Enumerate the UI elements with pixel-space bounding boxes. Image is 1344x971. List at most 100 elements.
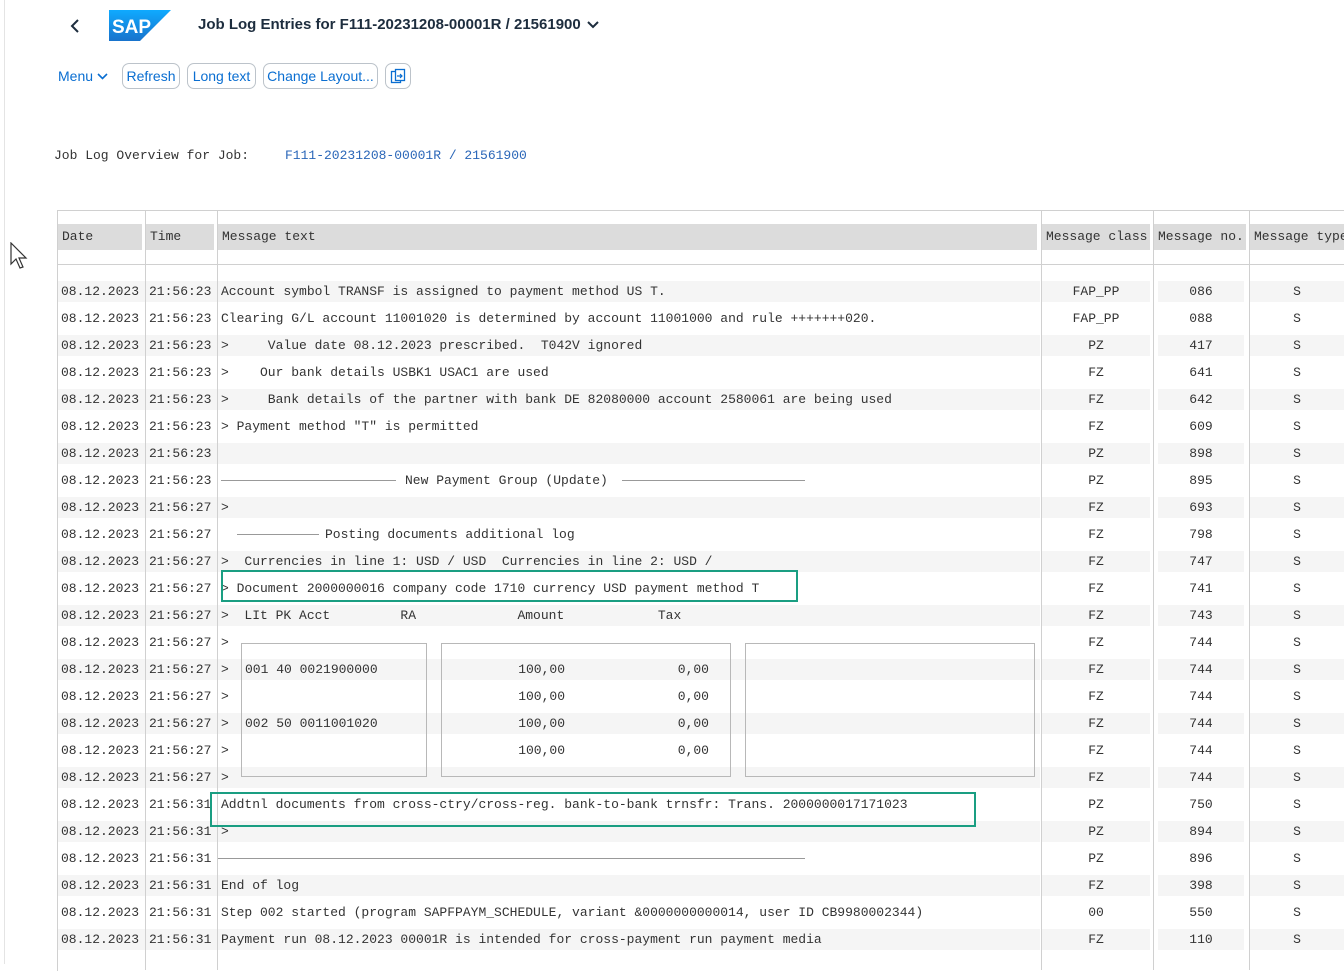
table-row[interactable]: 08.12.2023 21:56:23 Account symbol TRANSF … <box>0 278 1344 305</box>
cell-message-type: S <box>1293 905 1301 920</box>
cell-time: 21:56:23 <box>146 443 217 464</box>
cell-message-type: S <box>1293 419 1301 434</box>
page-title[interactable]: Job Log Entries for F111-20231208-00001R… <box>198 16 599 33</box>
column-header-message-type[interactable]: Message type <box>1250 224 1344 250</box>
cell-message-type: S <box>1250 713 1344 734</box>
table-row[interactable]: 08.12.2023 21:56:27 > LIt PK Acct RA Amoun… <box>0 602 1344 629</box>
separator-rule <box>622 480 805 481</box>
highlight-addtnl-documents-row <box>210 792 976 827</box>
cell-message-text: Payment run 08.12.2023 00001R is intende… <box>218 929 1040 950</box>
column-header-date[interactable]: Date <box>58 224 142 250</box>
cell-message-type: S <box>1250 605 1344 626</box>
cell-message-class: FZ <box>1042 875 1150 896</box>
cell-time: 21:56:27 <box>146 551 217 572</box>
cell-message-type: S <box>1293 311 1301 326</box>
table-row[interactable]: 08.12.2023 21:56:31 Payment run 08.12.2023… <box>0 926 1344 953</box>
cell-message-class: FZ <box>1042 389 1150 410</box>
table-row[interactable]: 08.12.2023 21:56:27 Posting documents addi… <box>0 521 1344 548</box>
sap-logo[interactable]: SAP <box>109 10 171 41</box>
overview-label: Job Log Overview for Job: <box>54 148 250 163</box>
table-row[interactable]: 08.12.2023 21:56:23 > Bank details of the … <box>0 386 1344 413</box>
mouse-cursor-icon <box>10 242 28 269</box>
cell-message-class: FZ <box>1042 929 1150 950</box>
chevron-down-icon <box>587 20 599 28</box>
cell-message-class: FZ <box>1088 527 1104 542</box>
cell-message-class: FAP_PP <box>1042 281 1150 302</box>
cell-message-no: 895 <box>1189 473 1213 488</box>
cell-message-no: 743 <box>1158 605 1244 626</box>
column-header-message-no[interactable]: Message no. <box>1154 224 1246 250</box>
page-title-text: Job Log Entries for F111-20231208-00001R… <box>198 16 581 33</box>
cell-message-text: Step 002 started (program SAPFPAYM_SCHED… <box>221 905 924 920</box>
export-button[interactable] <box>385 63 411 89</box>
cell-message-no: 641 <box>1189 365 1213 380</box>
cell-message-text: > Bank details of the partner with bank … <box>218 389 1040 410</box>
cell-time: 21:56:31 <box>149 905 212 920</box>
table-row[interactable]: 08.12.2023 21:56:27 > FZ 693 S <box>0 494 1344 521</box>
cell-message-type: S <box>1250 551 1344 572</box>
cell-message-text: Account symbol TRANSF is assigned to pay… <box>218 281 1040 302</box>
separator-rule <box>221 480 396 481</box>
cell-message-text: > Currencies in line 1: USD / USD Curren… <box>218 551 1040 572</box>
cell-message-class: FZ <box>1042 659 1150 680</box>
cell-message-text: End of log <box>218 875 1040 896</box>
cell-message-class: FZ <box>1042 551 1150 572</box>
cell-date: 08.12.2023 <box>58 335 145 356</box>
cell-time: 21:56:27 <box>149 581 212 596</box>
cell-message-class: FZ <box>1042 605 1150 626</box>
cell-message-text: Clearing G/L account 11001020 is determi… <box>221 311 877 326</box>
column-header-message-class[interactable]: Message class <box>1042 224 1150 250</box>
cell-time: 21:56:23 <box>146 335 217 356</box>
chevron-down-icon <box>97 72 108 80</box>
cell-message-no: 550 <box>1189 905 1213 920</box>
line-item-box-amounts <box>441 643 731 777</box>
cell-message-text: > Payment method "T" is permitted <box>221 419 479 434</box>
table-row[interactable]: 08.12.2023 21:56:31 End of log FZ 398 S <box>0 872 1344 899</box>
cell-time: 21:56:27 <box>146 767 217 788</box>
cell-message-no: 398 <box>1158 875 1244 896</box>
refresh-button[interactable]: Refresh <box>122 63 180 89</box>
cell-message-class: 00 <box>1088 905 1104 920</box>
cell-message-no: 609 <box>1189 419 1213 434</box>
cell-message-no: 744 <box>1189 743 1213 758</box>
cell-message-class: FZ <box>1088 743 1104 758</box>
table-row[interactable]: 08.12.2023 21:56:31 Step 002 started (prog… <box>0 899 1344 926</box>
cell-message-no: 642 <box>1158 389 1244 410</box>
logo-text: SAP <box>112 17 151 38</box>
table-row[interactable]: 08.12.2023 21:56:23 > Our bank details USB… <box>0 359 1344 386</box>
cell-date: 08.12.2023 <box>61 365 140 380</box>
cell-time: 21:56:27 <box>146 713 217 734</box>
cell-date: 08.12.2023 <box>58 713 145 734</box>
cell-message-no: 088 <box>1189 311 1213 326</box>
cell-message-type: S <box>1250 389 1344 410</box>
cell-message-class: PZ <box>1042 443 1150 464</box>
back-button[interactable] <box>62 12 88 40</box>
menu-button[interactable]: Menu <box>58 63 108 89</box>
highlight-document-row <box>221 570 798 602</box>
cell-date: 08.12.2023 <box>61 851 140 866</box>
cell-message-type: S <box>1250 767 1344 788</box>
overview-job-link[interactable]: F111-20231208-00001R / 21561900 <box>285 148 527 163</box>
cell-message-no: 894 <box>1158 821 1244 842</box>
cell-message-no: 744 <box>1158 767 1244 788</box>
table-row[interactable]: 08.12.2023 21:56:23 PZ 898 S <box>0 440 1344 467</box>
long-text-button[interactable]: Long text <box>187 63 256 89</box>
column-header-time[interactable]: Time <box>146 224 214 250</box>
line-item-box-extra <box>745 643 1035 777</box>
cell-date: 08.12.2023 <box>61 581 140 596</box>
cell-time: 21:56:31 <box>149 797 212 812</box>
column-header-message-text[interactable]: Message text <box>218 224 1037 250</box>
cell-message-text: > Our bank details USBK1 USAC1 are used <box>221 365 549 380</box>
cell-message-type: S <box>1250 659 1344 680</box>
cell-message-class: FZ <box>1088 635 1104 650</box>
table-row[interactable]: 08.12.2023 21:56:23 > Payment method "T" i… <box>0 413 1344 440</box>
cell-time: 21:56:23 <box>149 419 212 434</box>
cell-message-type: S <box>1250 821 1344 842</box>
cell-date: 08.12.2023 <box>61 311 140 326</box>
cell-time: 21:56:27 <box>146 605 217 626</box>
table-row[interactable]: 08.12.2023 21:56:23 > Value date 08.12.202… <box>0 332 1344 359</box>
cell-message-no: 744 <box>1189 635 1213 650</box>
cell-date: 08.12.2023 <box>61 473 140 488</box>
change-layout-button[interactable]: Change Layout... <box>263 63 378 89</box>
table-row[interactable]: 08.12.2023 21:56:23 Clearing G/L account 1… <box>0 305 1344 332</box>
